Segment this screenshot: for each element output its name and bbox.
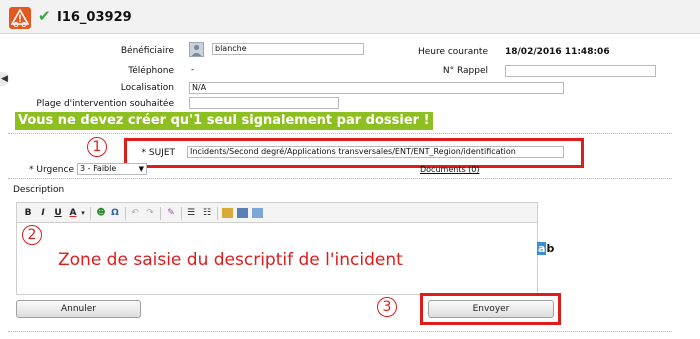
italic-button[interactable]: I <box>38 207 48 220</box>
current-time-value: 18/02/2016 11:48:06 <box>505 47 610 57</box>
urgency-value: 3 - Faible <box>80 164 117 173</box>
chevron-left-icon: ◀ <box>1 74 8 84</box>
image-icon[interactable] <box>237 208 248 218</box>
cancel-button[interactable]: Annuler <box>16 300 141 318</box>
avatar <box>189 42 204 57</box>
chevron-down-icon[interactable]: ▾ <box>79 207 87 220</box>
underline-button[interactable]: U <box>53 207 63 220</box>
check-icon: ✔ <box>38 7 51 25</box>
callback-field[interactable] <box>505 65 656 77</box>
subject-field[interactable]: Incidents/Second degré/Applications tran… <box>187 146 564 158</box>
location-field[interactable]: N/A <box>189 82 564 94</box>
beneficiary-field[interactable]: blanche <box>212 43 364 55</box>
phone-label: Téléphone <box>128 66 174 76</box>
intervention-field[interactable] <box>189 97 339 109</box>
font-color-button[interactable]: A <box>68 207 78 220</box>
urgency-select[interactable]: 3 - Faible ▼ <box>77 163 147 175</box>
toolbar-separator <box>160 207 161 220</box>
beneficiary-label: Bénéficiaire <box>120 46 174 56</box>
link-icon[interactable] <box>252 208 263 218</box>
incident-form-page: ✔ I16_03929 ◀ Bénéficiaire blanche Heure… <box>0 0 700 339</box>
toolbar-separator <box>90 207 91 220</box>
toolbar-separator <box>125 207 126 220</box>
annotation-2: 2 <box>22 225 42 245</box>
undo-icon[interactable]: ↶ <box>129 207 141 220</box>
omega-button[interactable]: Ω <box>109 207 121 220</box>
chevron-down-icon: ▼ <box>138 165 144 173</box>
collapse-panel-toggle[interactable]: ◀ <box>0 72 9 86</box>
annotation-1: 1 <box>87 137 107 157</box>
toolbar-separator <box>181 207 182 220</box>
table-icon[interactable] <box>222 208 233 218</box>
bold-button[interactable]: B <box>23 207 33 220</box>
redo-icon[interactable]: ↷ <box>144 207 156 220</box>
location-label: Localisation <box>120 83 174 93</box>
numbered-list-icon[interactable]: ☷ <box>201 207 213 220</box>
warning-glasses-icon[interactable] <box>9 7 31 29</box>
urgency-label: * Urgence <box>29 165 74 175</box>
divider <box>8 178 672 179</box>
phone-value: - <box>191 65 195 75</box>
editor-placeholder: Zone de saisie du descriptif de l'incide… <box>58 250 403 270</box>
send-button[interactable]: Envoyer <box>428 300 554 318</box>
intervention-label: Plage d'intervention souhaitée <box>36 99 174 109</box>
editor-toolbar: B I U A ▾ ☻ Ω ↶ ↷ ✎ ☰ ☷ <box>16 202 538 223</box>
header-bar: ✔ I16_03929 <box>0 0 700 34</box>
documents-link[interactable]: Documents (0) <box>420 165 480 174</box>
annotation-3: 3 <box>377 297 397 317</box>
callback-label: N° Rappel <box>442 66 488 76</box>
description-label: Description <box>13 185 65 195</box>
clear-format-icon[interactable]: ✎ <box>165 207 177 220</box>
current-time-label: Heure courante <box>417 47 488 57</box>
ticket-id: I16_03929 <box>57 10 132 25</box>
subject-label: * SUJET <box>141 148 176 158</box>
divider <box>8 331 672 332</box>
toolbar-separator <box>217 207 218 220</box>
bullet-list-icon[interactable]: ☰ <box>185 207 197 220</box>
warning-banner: Vous ne devez créer qu'1 seul signalemen… <box>15 112 433 130</box>
divider <box>8 133 672 134</box>
spellcheck-icon[interactable]: ab <box>537 242 554 255</box>
emoticon-icon[interactable]: ☻ <box>95 207 107 220</box>
